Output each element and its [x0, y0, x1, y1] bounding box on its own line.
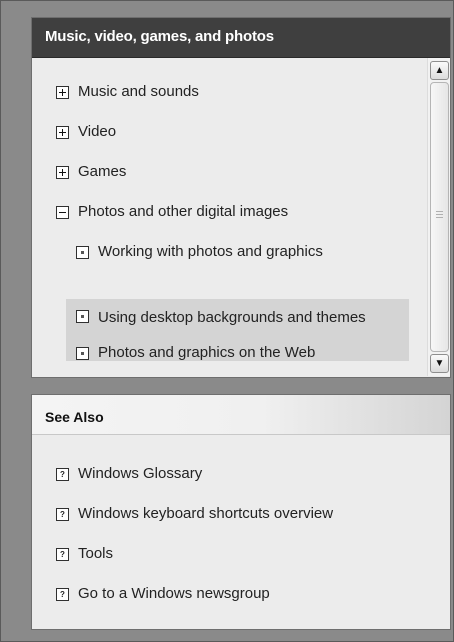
help-window-frame: Music, video, games, and photos Music an… [0, 0, 454, 642]
tree-item-label: Photos and graphics on the Web [98, 344, 316, 361]
topics-panel-header: Music, video, games, and photos [32, 18, 450, 58]
topics-scrollbar[interactable]: ▲ ▼ [427, 58, 450, 376]
tree-item-working-with-photos[interactable]: Working with photos and graphics [76, 243, 323, 260]
help-topic-icon: ? [56, 468, 69, 481]
link-keyboard-shortcuts[interactable]: ? Windows keyboard shortcuts overview [56, 505, 333, 522]
topics-tree: Music and sounds Video Games Photos and … [32, 58, 427, 376]
tree-item-label: Working with photos and graphics [98, 243, 323, 260]
topic-page-icon [76, 347, 89, 360]
tree-item-games[interactable]: Games [56, 163, 126, 180]
expand-plus-icon[interactable] [56, 86, 69, 99]
topic-page-icon [76, 310, 89, 323]
see-also-panel: See Also ? Windows Glossary ? Windows ke… [31, 394, 451, 630]
scroll-thumb[interactable] [430, 82, 449, 352]
chevron-up-icon: ▲ [434, 65, 445, 76]
link-label: Go to a Windows newsgroup [78, 585, 270, 602]
link-windows-glossary[interactable]: ? Windows Glossary [56, 465, 202, 482]
link-tools[interactable]: ? Tools [56, 545, 113, 562]
tree-item-label: Music and sounds [78, 83, 199, 100]
grip-icon [436, 211, 443, 218]
scroll-up-button[interactable]: ▲ [430, 61, 449, 80]
tree-item-photos-and-digital-images[interactable]: Photos and other digital images [56, 203, 288, 220]
see-also-header: See Also [32, 395, 450, 435]
tree-item-label: Video [78, 123, 117, 140]
link-label: Windows keyboard shortcuts overview [78, 505, 334, 522]
link-label: Tools [78, 545, 114, 562]
tree-item-desktop-backgrounds[interactable]: Using desktop backgrounds and themes [76, 307, 396, 328]
link-windows-newsgroup[interactable]: ? Go to a Windows newsgroup [56, 585, 270, 602]
expand-plus-icon[interactable] [56, 126, 69, 139]
scroll-down-button[interactable]: ▼ [430, 354, 449, 373]
collapse-minus-icon[interactable] [56, 206, 69, 219]
tree-item-label: Using desktop backgrounds and themes [98, 309, 366, 326]
help-topic-icon: ? [56, 588, 69, 601]
expand-plus-icon[interactable] [56, 166, 69, 179]
help-topic-icon: ? [56, 508, 69, 521]
tree-item-photos-on-web[interactable]: Photos and graphics on the Web [76, 344, 315, 361]
topic-page-icon [76, 246, 89, 259]
topics-panel: Music, video, games, and photos Music an… [31, 17, 451, 378]
tree-item-label: Photos and other digital images [78, 203, 289, 220]
link-label: Windows Glossary [78, 465, 203, 482]
help-topic-icon: ? [56, 548, 69, 561]
tree-item-video[interactable]: Video [56, 123, 116, 140]
tree-item-label: Games [78, 163, 127, 180]
tree-item-music-and-sounds[interactable]: Music and sounds [56, 83, 199, 100]
chevron-down-icon: ▼ [434, 358, 445, 369]
